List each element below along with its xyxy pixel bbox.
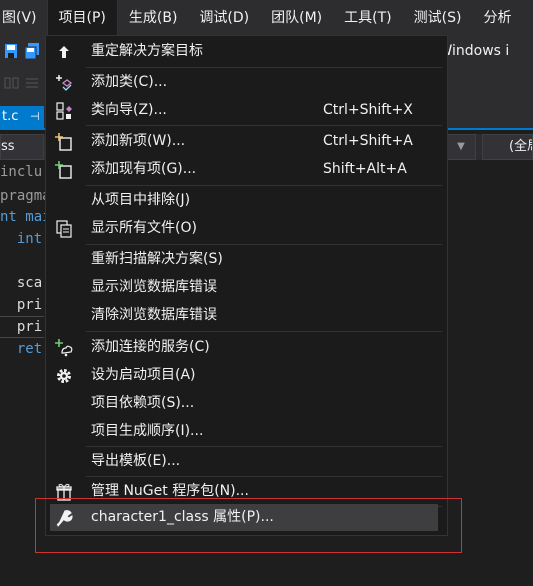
add-class-icon <box>55 74 73 92</box>
save-icon[interactable] <box>4 43 18 59</box>
global-scope-dropdown[interactable]: (全局 <box>482 134 533 160</box>
show-all-files-icon <box>55 220 73 238</box>
menu-item-label: 导出模板(E)... <box>91 453 181 469</box>
annotation-highlight-box <box>35 498 462 553</box>
menu-item-add-existing-item[interactable]: 添加现有项(G)... Shift+Alt+A <box>47 156 446 183</box>
menu-item-show-all-files[interactable]: 显示所有文件(O) <box>47 215 446 242</box>
menu-item-label: 添加类(C)... <box>91 74 168 90</box>
menu-debug[interactable]: 调试(D) <box>188 0 260 36</box>
code-line-2: pragma <box>0 188 51 204</box>
menu-item-add-new-item[interactable]: 添加新项(W)... Ctrl+Shift+A <box>47 128 446 155</box>
menu-item-label: 添加现有项(G)... <box>91 161 197 177</box>
menu-item-project-dependencies[interactable]: 项目依赖项(S)... <box>47 390 446 417</box>
add-existing-item-icon <box>55 161 73 179</box>
menu-item-label: 从项目中排除(J) <box>91 192 191 208</box>
menu-item-shortcut: Shift+Alt+A <box>323 161 407 177</box>
pin-icon[interactable]: ⊣ <box>30 106 40 128</box>
menu-item-rescan-solution[interactable]: 重新扫描解决方案(S) <box>47 246 446 273</box>
menu-separator <box>86 331 442 332</box>
arrow-up-icon <box>55 43 73 61</box>
menu-separator <box>86 125 442 126</box>
code-line-4: int <box>0 231 43 247</box>
menu-item-export-template[interactable]: 导出模板(E)... <box>47 448 446 475</box>
menu-item-label: 清除浏览数据库错误 <box>91 307 217 323</box>
save-all-icon[interactable] <box>24 43 40 59</box>
class-wizard-icon <box>55 102 73 120</box>
menu-item-label: 设为启动项目(A) <box>91 367 196 383</box>
menu-item-add-class[interactable]: 添加类(C)... <box>47 69 446 96</box>
menu-view[interactable]: 图(V) <box>0 0 47 36</box>
code-line-8: pri <box>0 319 43 335</box>
chevron-down-icon[interactable]: ▼ <box>446 134 476 160</box>
toolbar-faded-icon[interactable] <box>4 76 20 90</box>
project-scope-dropdown[interactable]: ss <box>0 134 44 160</box>
menu-item-exclude-from-project[interactable]: 从项目中排除(J) <box>47 187 446 214</box>
menu-item-label: 显示所有文件(O) <box>91 220 197 236</box>
code-line-1: inclu <box>0 164 43 180</box>
menu-build[interactable]: 生成(B) <box>118 0 189 36</box>
toolbar-faded-icon-2[interactable] <box>24 76 40 90</box>
tab-source-file[interactable]: t.c ⊣ <box>0 106 44 128</box>
menu-item-project-build-order[interactable]: 项目生成顺序(I)... <box>47 418 446 445</box>
menu-analyze[interactable]: 分析 <box>472 0 522 36</box>
menu-item-label: 重新扫描解决方案(S) <box>91 251 223 267</box>
menu-separator <box>86 185 442 186</box>
project-menu: 重定解决方案目标 添加类(C)... 类向导(Z)... Ctrl+Shift+… <box>45 35 448 536</box>
menu-separator <box>86 476 442 477</box>
vs-window: 图(V) 项目(P) 生成(B) 调试(D) 团队(M) 工具(T) 测试(S)… <box>0 0 533 586</box>
menu-item-label: 添加新项(W)... <box>91 133 186 149</box>
code-line-3: nt mai <box>0 209 51 225</box>
menu-team[interactable]: 团队(M) <box>260 0 333 36</box>
menu-test[interactable]: 测试(S) <box>403 0 473 36</box>
menu-item-show-browse-db-errors[interactable]: 显示浏览数据库错误 <box>47 274 446 301</box>
menu-item-label: 项目依赖项(S)... <box>91 395 195 411</box>
code-line-7: pri <box>0 297 43 313</box>
tab-label: t.c <box>2 109 19 124</box>
connected-service-icon <box>55 339 73 357</box>
menu-bar: 图(V) 项目(P) 生成(B) 调试(D) 团队(M) 工具(T) 测试(S)… <box>0 0 533 36</box>
menu-item-clear-browse-db-errors[interactable]: 清除浏览数据库错误 <box>47 302 446 329</box>
menu-item-class-wizard[interactable]: 类向导(Z)... Ctrl+Shift+X <box>47 97 446 124</box>
gear-icon <box>55 367 73 385</box>
menu-project[interactable]: 项目(P) <box>46 0 118 36</box>
code-line-9: ret <box>0 341 43 357</box>
menu-tools[interactable]: 工具(T) <box>333 0 402 36</box>
menu-item-label: 添加连接的服务(C) <box>91 339 210 355</box>
menu-item-label: 项目生成顺序(I)... <box>91 423 204 439</box>
menu-item-shortcut: Ctrl+Shift+A <box>323 133 413 149</box>
menu-item-add-connected-service[interactable]: 添加连接的服务(C) <box>47 334 446 361</box>
code-line-6: sca <box>0 275 43 291</box>
menu-separator <box>86 244 442 245</box>
add-new-item-icon <box>55 133 73 151</box>
menu-item-label: 显示浏览数据库错误 <box>91 279 217 295</box>
menu-separator <box>86 446 442 447</box>
menu-item-label: 重定解决方案目标 <box>91 43 203 59</box>
menu-item-set-startup-project[interactable]: 设为启动项目(A) <box>47 362 446 389</box>
menu-item-label: 类向导(Z)... <box>91 102 167 118</box>
menu-separator <box>86 67 442 68</box>
menu-item-retarget-solution[interactable]: 重定解决方案目标 <box>47 38 446 65</box>
menu-item-shortcut: Ctrl+Shift+X <box>323 102 413 118</box>
